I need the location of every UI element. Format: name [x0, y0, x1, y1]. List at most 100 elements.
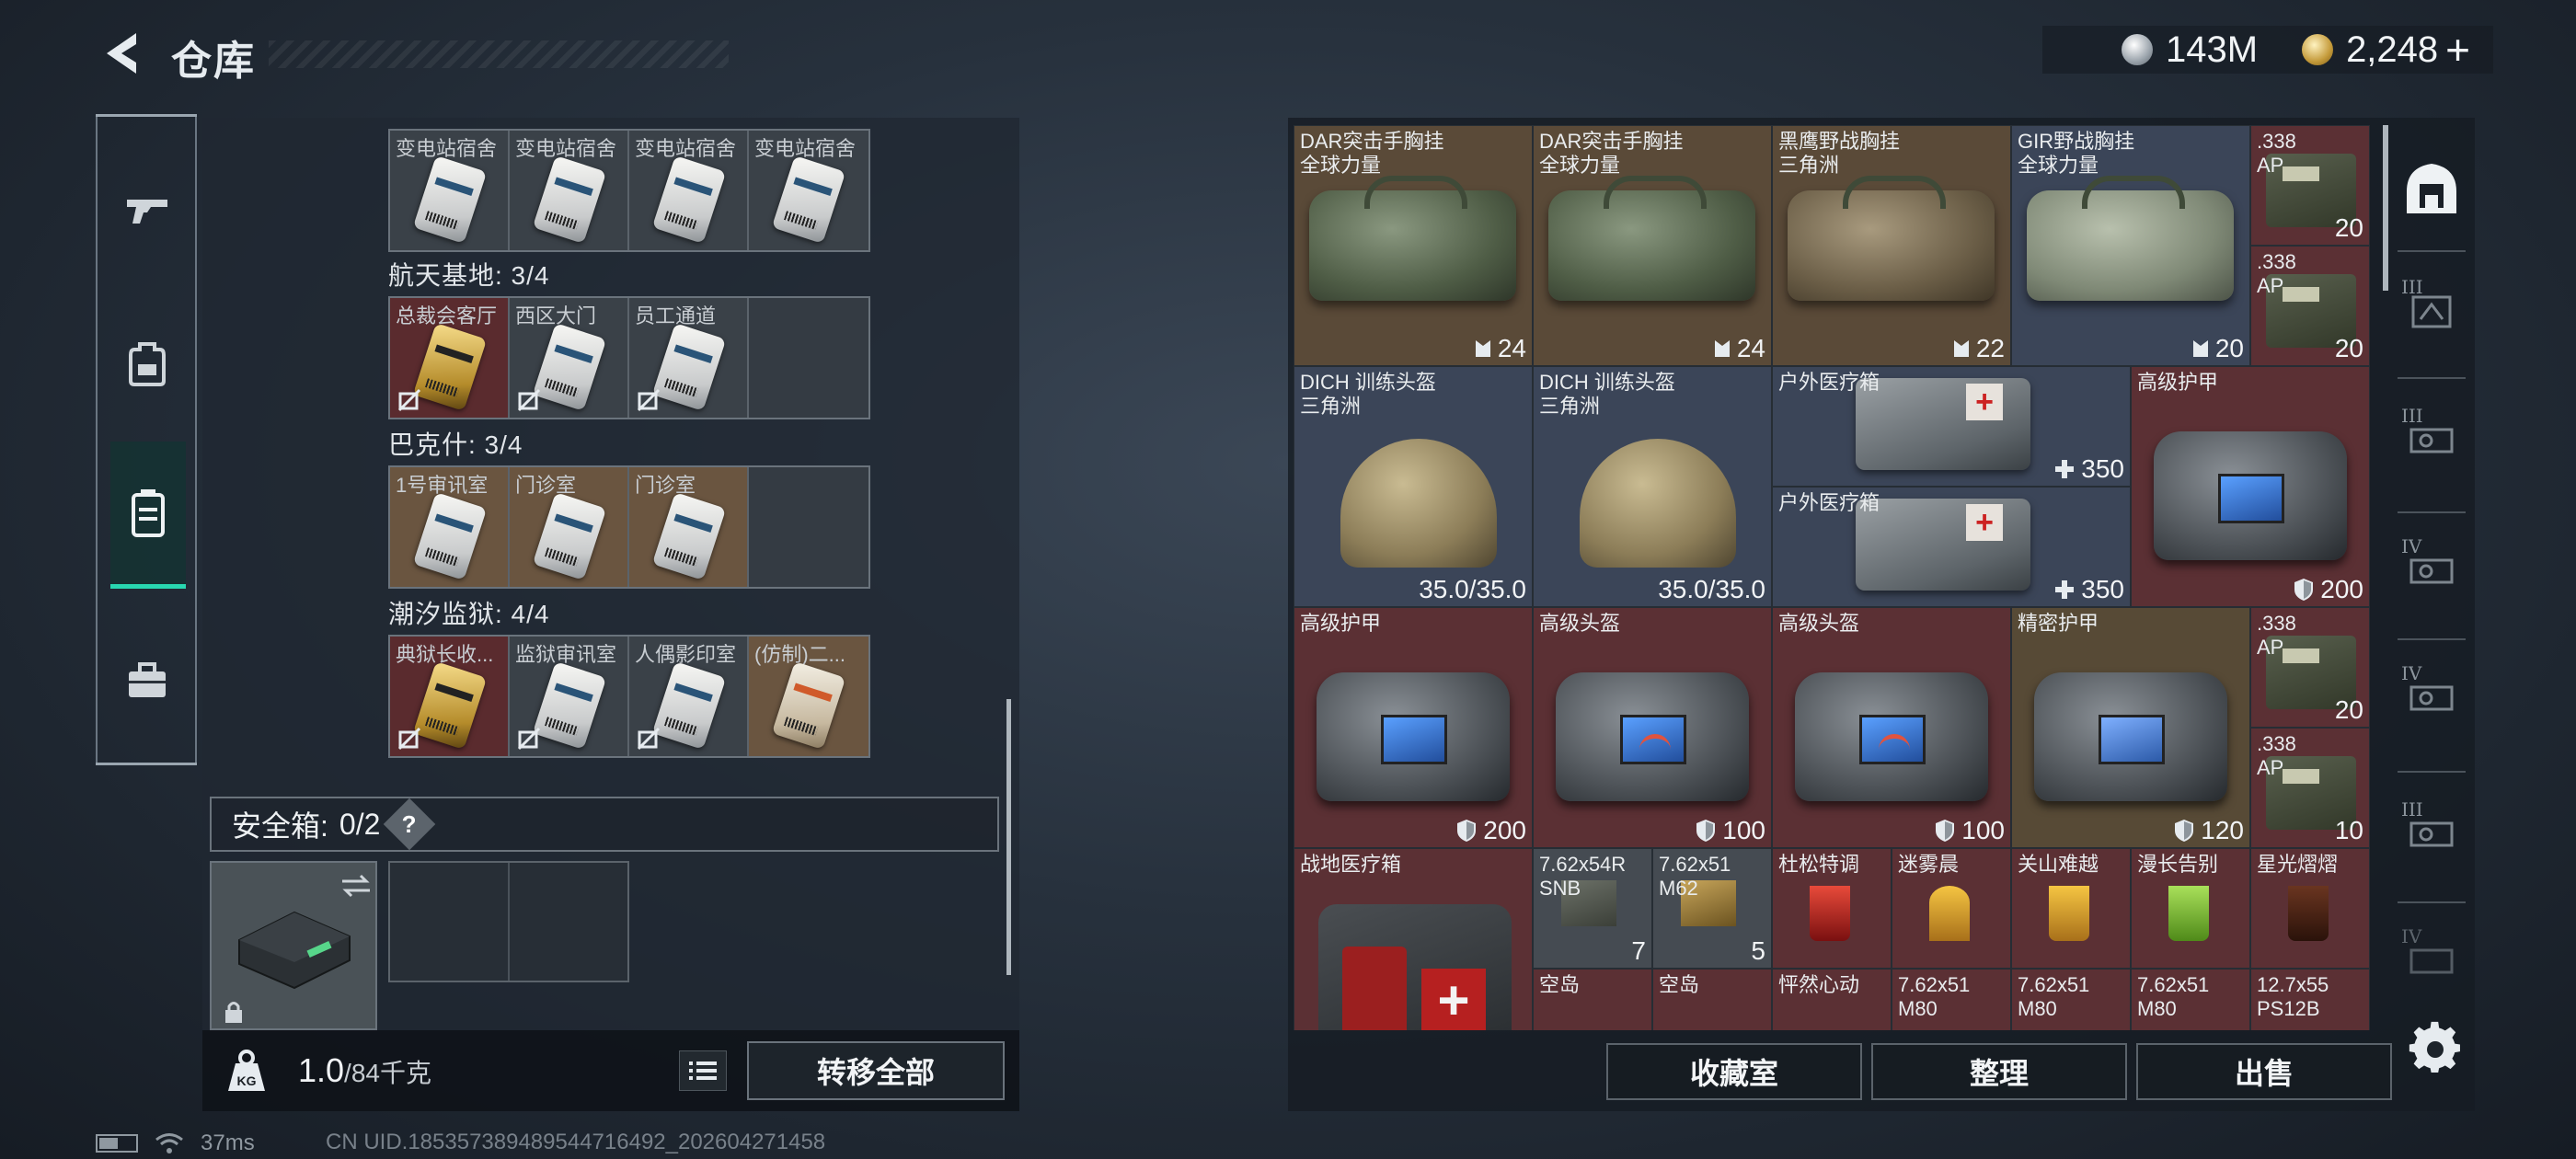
key-card[interactable]: 门诊室	[510, 467, 629, 587]
warehouse-item[interactable]: .338 AP 20	[2250, 125, 2370, 246]
warehouse-item[interactable]: 战地医疗箱	[1294, 848, 1533, 1030]
safe-box-case-icon	[238, 911, 351, 990]
key-card[interactable]: 人偶影印室	[629, 637, 749, 756]
key-card[interactable]: 门诊室	[629, 467, 749, 587]
tab-toolbox[interactable]	[110, 629, 184, 730]
item-name: 12.7x55 PS12B	[2257, 973, 2329, 1020]
warehouse-item[interactable]: GIR野战胸挂 全球力量 20	[2011, 125, 2250, 366]
key-card[interactable]: 变电站宿舍	[629, 131, 749, 250]
warehouse-item[interactable]: 精密护甲 120	[2011, 607, 2250, 848]
gun-icon	[127, 200, 167, 224]
collection-room-button[interactable]: 收藏室	[1606, 1043, 1862, 1100]
warehouse-item[interactable]: 空岛	[1533, 969, 1652, 1030]
warehouse-item[interactable]: 高级头盔 100	[1772, 607, 2011, 848]
key-card[interactable]: 变电站宿舍	[390, 131, 510, 250]
warehouse-item[interactable]: 高级头盔 100	[1533, 607, 1772, 848]
key-card[interactable]: 变电站宿舍	[510, 131, 629, 250]
silver-coin-icon	[2122, 34, 2153, 65]
warehouse-item[interactable]: 星光熠熠	[2250, 848, 2370, 969]
key-card[interactable]: 员工通道	[629, 298, 749, 418]
key-card[interactable]: 1号审讯室	[390, 467, 510, 587]
warehouse-item[interactable]: 7.62x54R SNB 7	[1533, 848, 1652, 969]
add-currency-button[interactable]: +	[2445, 25, 2470, 75]
tab-separator	[2398, 901, 2466, 903]
item-name: 7.62x51 M80	[2137, 973, 2210, 1020]
tab-storage-tier[interactable]: IV	[2398, 535, 2466, 603]
tab-storage-tier[interactable]: IV	[2398, 662, 2466, 730]
list-view-button[interactable]	[679, 1050, 727, 1091]
key-card[interactable]: 典狱长收...	[390, 637, 510, 756]
item-stat: 10	[2334, 816, 2363, 844]
untradeable-icon	[517, 727, 541, 751]
warehouse-item[interactable]: 7.62x51 M80	[2131, 969, 2250, 1030]
safe-box-slot[interactable]	[210, 861, 377, 1030]
tab-storage-tier[interactable]: IV	[2398, 925, 2466, 993]
tab-storage-tier[interactable]: III	[2398, 276, 2466, 344]
warehouse-item[interactable]: 12.7x55 PS12B	[2250, 969, 2370, 1030]
warehouse-item[interactable]: .338 AP 20	[2250, 246, 2370, 366]
item-name: 怦然心动	[1778, 973, 1860, 996]
medkit-icon	[1856, 499, 2030, 591]
tab-weapons[interactable]	[110, 160, 184, 261]
weight-value: 1.0/84千克	[298, 1051, 431, 1090]
tab-storage-tier[interactable]: III	[2398, 405, 2466, 473]
key-slot-empty[interactable]	[749, 467, 868, 587]
tab-separator	[2398, 771, 2466, 773]
transfer-all-button[interactable]: 转移全部	[747, 1041, 1005, 1100]
key-card[interactable]: (仿制)二...	[749, 637, 868, 756]
warehouse-item[interactable]: 高级护甲 200	[1294, 607, 1533, 848]
warehouse-item[interactable]: 黑鹰野战胸挂 三角洲 22	[1772, 125, 2011, 366]
warehouse-item[interactable]: DICH 训练头盔 三角洲 35.0/35.0	[1294, 366, 1533, 607]
page-title: 仓库	[171, 39, 256, 84]
safe-box-empty-slots[interactable]	[388, 861, 629, 982]
untradeable-icon	[637, 388, 661, 412]
warehouse-item[interactable]: 户外医疗箱 350	[1772, 487, 2131, 607]
warehouse-item[interactable]: DAR突击手胸挂 全球力量 24	[1533, 125, 1772, 366]
armor-icon	[2034, 672, 2227, 801]
drink-icon	[2168, 886, 2209, 941]
warehouse-item[interactable]: DICH 训练头盔 三角洲 35.0/35.0	[1533, 366, 1772, 607]
sell-button[interactable]: 出售	[2136, 1043, 2392, 1100]
tab-storage[interactable]	[2398, 155, 2466, 223]
warehouse-item[interactable]: .338 AP 10	[2250, 728, 2370, 848]
warehouse-item[interactable]: 怦然心动	[1772, 969, 1892, 1030]
warehouse-item[interactable]: 迷雾晨	[1892, 848, 2011, 969]
key-card[interactable]: 西区大门	[510, 298, 629, 418]
help-label: ?	[402, 809, 418, 838]
user-uid: CN UID.1853573894895447164​92_2026042714…	[326, 1130, 826, 1154]
key-card[interactable]: 变电站宿舍	[749, 131, 868, 250]
inventory-scrollbar[interactable]	[1006, 699, 1011, 975]
item-name: 7.62x54R SNB	[1539, 853, 1627, 900]
warehouse-item[interactable]: 7.62x51 M80	[2011, 969, 2131, 1030]
warehouse-item[interactable]: 空岛	[1652, 969, 1772, 1030]
battery-icon	[96, 1134, 138, 1153]
tab-containers[interactable]	[110, 442, 186, 589]
key-card[interactable]: 总裁会客厅	[390, 298, 510, 418]
warehouse-item[interactable]: 高级护甲 200	[2131, 366, 2370, 607]
key-row: 典狱长收... 监狱审讯室 人偶影印室 (仿制)二...	[388, 635, 870, 758]
tab-backpacks[interactable]	[110, 313, 184, 414]
key-card[interactable]: 监狱审讯室	[510, 637, 629, 756]
warehouse-item[interactable]: 7.62x51 M62 5	[1652, 848, 1772, 969]
item-stat-value: 350	[2081, 454, 2124, 483]
warehouse-item[interactable]: 户外医疗箱 350	[1772, 366, 2131, 487]
warehouse-item[interactable]: 关山难越	[2011, 848, 2131, 969]
tier-label: III	[2401, 405, 2423, 427]
back-button[interactable]	[96, 26, 151, 81]
key-slot-empty[interactable]	[749, 298, 868, 418]
swap-icon[interactable]	[340, 872, 372, 900]
warehouse-item[interactable]: .338 AP 20	[2250, 607, 2370, 728]
warehouse-item[interactable]: 漫长告别	[2131, 848, 2250, 969]
warehouse-item[interactable]: 杜松特调	[1772, 848, 1892, 969]
safe-box-header: 安全箱: 0/2 ?	[210, 797, 999, 852]
warehouse-item[interactable]: DAR突击手胸挂 全球力量 24	[1294, 125, 1533, 366]
gold-coin-icon	[2302, 34, 2334, 65]
organize-button[interactable]: 整理	[1871, 1043, 2127, 1100]
settings-gear-icon[interactable]	[2407, 1019, 2464, 1076]
help-icon[interactable]: ?	[384, 798, 436, 851]
item-stat-value: 200	[1483, 816, 1526, 844]
tab-storage-tier[interactable]: III	[2398, 798, 2466, 866]
warehouse-item[interactable]: 7.62x51 M80	[1892, 969, 2011, 1030]
item-stat: 5	[1751, 936, 1765, 965]
shield-icon	[2294, 579, 2314, 601]
